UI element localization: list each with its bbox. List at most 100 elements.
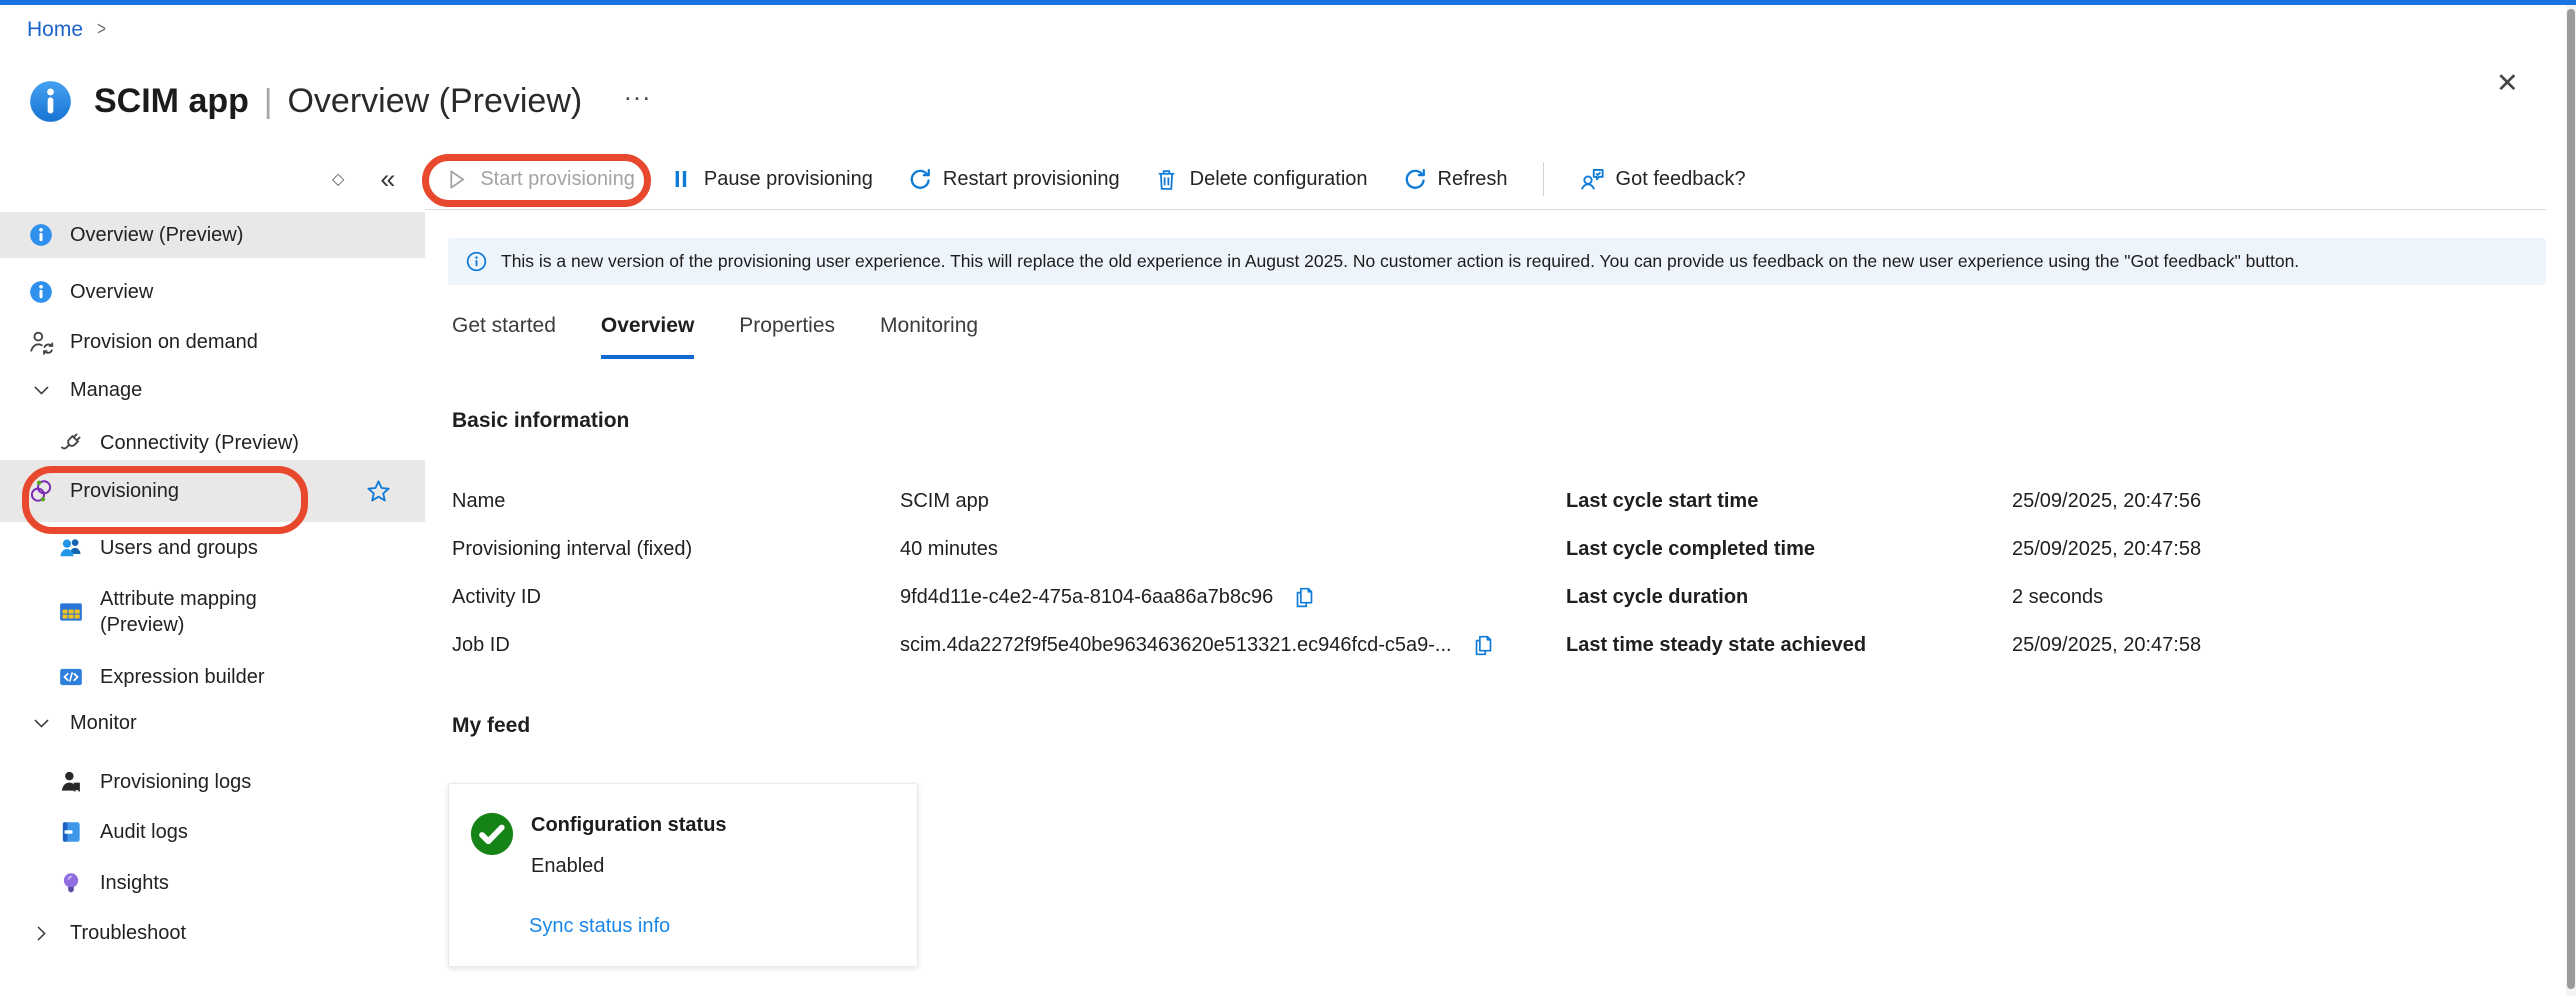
copy-icon[interactable]: [1471, 633, 1496, 658]
info-banner-text: This is a new version of the provisionin…: [501, 251, 2299, 272]
sidebar-item-label: Overview (Preview): [70, 222, 243, 248]
check-circle-icon: [469, 811, 515, 857]
field-value: 40 minutes: [900, 538, 998, 561]
field-label: Last cycle completed time: [1566, 538, 2012, 561]
button-label: Got feedback?: [1616, 168, 1746, 191]
info-badge-icon: [27, 78, 74, 125]
sidebar-item-label: Expression builder: [100, 664, 265, 690]
tab-overview[interactable]: Overview: [601, 314, 694, 359]
scrollbar-thumb[interactable]: [2567, 9, 2575, 989]
copy-icon[interactable]: [1292, 585, 1317, 610]
info-circle-icon: [465, 250, 488, 273]
field-label: Last cycle duration: [1566, 586, 2012, 609]
sidebar-item-provisioning[interactable]: Provisioning: [0, 460, 425, 522]
sidebar-group-troubleshoot[interactable]: Troubleshoot: [0, 910, 425, 956]
configuration-status-card: Configuration status Enabled Sync status…: [448, 783, 918, 967]
sidebar-item-label: Users and groups: [100, 535, 258, 561]
button-label: Start provisioning: [480, 168, 635, 191]
sidebar-item-label: Insights: [100, 870, 169, 896]
field-row-last-cycle-duration: Last cycle duration 2 seconds: [1566, 582, 2103, 612]
collapse-menu-icon[interactable]: «: [380, 166, 395, 193]
refresh-icon: [1402, 167, 1427, 192]
person-sync-icon: [27, 329, 55, 355]
chevron-right-icon: [27, 923, 55, 944]
toolbar-bottom-border: [425, 209, 2546, 210]
delete-configuration-button[interactable]: Delete configuration: [1154, 167, 1368, 192]
people-icon: [57, 535, 85, 561]
tab-properties[interactable]: Properties: [739, 314, 835, 359]
field-row-activity-id: Activity ID 9fd4d11e-c4e2-475a-8104-6aa8…: [452, 582, 1317, 612]
start-provisioning-button[interactable]: Start provisioning: [444, 167, 635, 192]
button-label: Restart provisioning: [943, 168, 1120, 191]
field-row-job-id: Job ID scim.4da2272f9f5e40be963463620e51…: [452, 630, 1496, 660]
feedback-icon: [1579, 166, 1605, 192]
scrollbar[interactable]: [2566, 5, 2576, 996]
plug-icon: [57, 430, 85, 456]
sidebar-item-label: Provisioning logs: [100, 769, 251, 795]
sidebar-item-label: Overview: [70, 279, 153, 305]
lightbulb-icon: [57, 870, 85, 896]
breadcrumb-separator: >: [97, 19, 106, 41]
breadcrumb-home-link[interactable]: Home: [27, 18, 83, 42]
command-bar: ◇ « Start provisioning Pause provisionin…: [332, 150, 1763, 208]
sync-status-info-link[interactable]: Sync status info: [529, 915, 670, 938]
pause-provisioning-button[interactable]: Pause provisioning: [669, 167, 873, 191]
sidebar-item-attribute-mapping-preview[interactable]: Attribute mapping (Preview): [0, 581, 425, 643]
code-icon: [57, 664, 85, 690]
field-row-steady-state: Last time steady state achieved 25/09/20…: [1566, 630, 2201, 660]
button-label: Pause provisioning: [704, 168, 873, 191]
field-row-provisioning-interval: Provisioning interval (fixed) 40 minutes: [452, 534, 998, 564]
table-icon: [57, 599, 85, 625]
restart-provisioning-button[interactable]: Restart provisioning: [907, 167, 1120, 192]
sidebar-item-provisioning-logs[interactable]: Provisioning logs: [0, 759, 425, 805]
field-value: 25/09/2025, 20:47:56: [2012, 490, 2201, 513]
field-value: scim.4da2272f9f5e40be963463620e513321.ec…: [900, 634, 1452, 657]
sidebar-item-label: Connectivity (Preview): [100, 430, 299, 456]
field-label: Job ID: [452, 634, 900, 657]
chevron-down-icon: [27, 713, 55, 734]
pause-icon: [669, 167, 693, 191]
sidebar-item-expression-builder[interactable]: Expression builder: [0, 654, 425, 700]
field-label: Name: [452, 490, 900, 513]
favorite-star-icon[interactable]: [365, 478, 392, 505]
field-row-last-cycle-completed: Last cycle completed time 25/09/2025, 20…: [1566, 534, 2201, 564]
field-value: SCIM app: [900, 490, 989, 513]
page-title: SCIM app: [94, 82, 249, 121]
button-label: Refresh: [1438, 168, 1508, 191]
field-label: Provisioning interval (fixed): [452, 538, 900, 561]
provisioning-icon: [27, 478, 55, 504]
resize-handle-icon[interactable]: ◇: [332, 169, 344, 189]
sidebar-group-label: Manage: [70, 377, 142, 403]
more-options-button[interactable]: ...: [624, 76, 652, 107]
sidebar-item-insights[interactable]: Insights: [0, 860, 425, 906]
tab-get-started[interactable]: Get started: [452, 314, 556, 359]
sidebar-group-label: Monitor: [70, 710, 137, 736]
refresh-button[interactable]: Refresh: [1402, 167, 1508, 192]
sidebar-item-overview[interactable]: Overview: [0, 269, 425, 315]
got-feedback-button[interactable]: Got feedback?: [1579, 166, 1746, 192]
status-value: Enabled: [531, 855, 604, 878]
sidebar-item-label: Attribute mapping (Preview): [100, 586, 338, 639]
breadcrumb: Home >: [27, 18, 107, 42]
button-label: Delete configuration: [1190, 168, 1368, 191]
sidebar-item-users-and-groups[interactable]: Users and groups: [0, 525, 425, 571]
field-value: 9fd4d11e-c4e2-475a-8104-6aa86a7b8c96: [900, 586, 1273, 609]
field-value: 25/09/2025, 20:47:58: [2012, 634, 2201, 657]
field-label: Last cycle start time: [1566, 490, 2012, 513]
close-icon[interactable]: ✕: [2496, 68, 2519, 99]
sidebar-item-overview-preview[interactable]: Overview (Preview): [0, 212, 425, 258]
info-icon: [27, 222, 55, 248]
notebook-icon: [57, 819, 85, 845]
sidebar-item-audit-logs[interactable]: Audit logs: [0, 809, 425, 855]
restart-icon: [907, 167, 932, 192]
page-header: SCIM app | Overview (Preview) ...: [27, 70, 652, 132]
sidebar-group-manage[interactable]: Manage: [0, 367, 425, 413]
sidebar-item-provision-on-demand[interactable]: Provision on demand: [0, 319, 425, 365]
sidebar-item-label: Provisioning: [70, 478, 179, 504]
sidebar-group-monitor[interactable]: Monitor: [0, 700, 425, 746]
card-title: Configuration status: [531, 814, 727, 837]
person-log-icon: [57, 769, 85, 795]
chevron-down-icon: [27, 380, 55, 401]
field-value: 25/09/2025, 20:47:58: [2012, 538, 2201, 561]
tab-monitoring[interactable]: Monitoring: [880, 314, 978, 359]
